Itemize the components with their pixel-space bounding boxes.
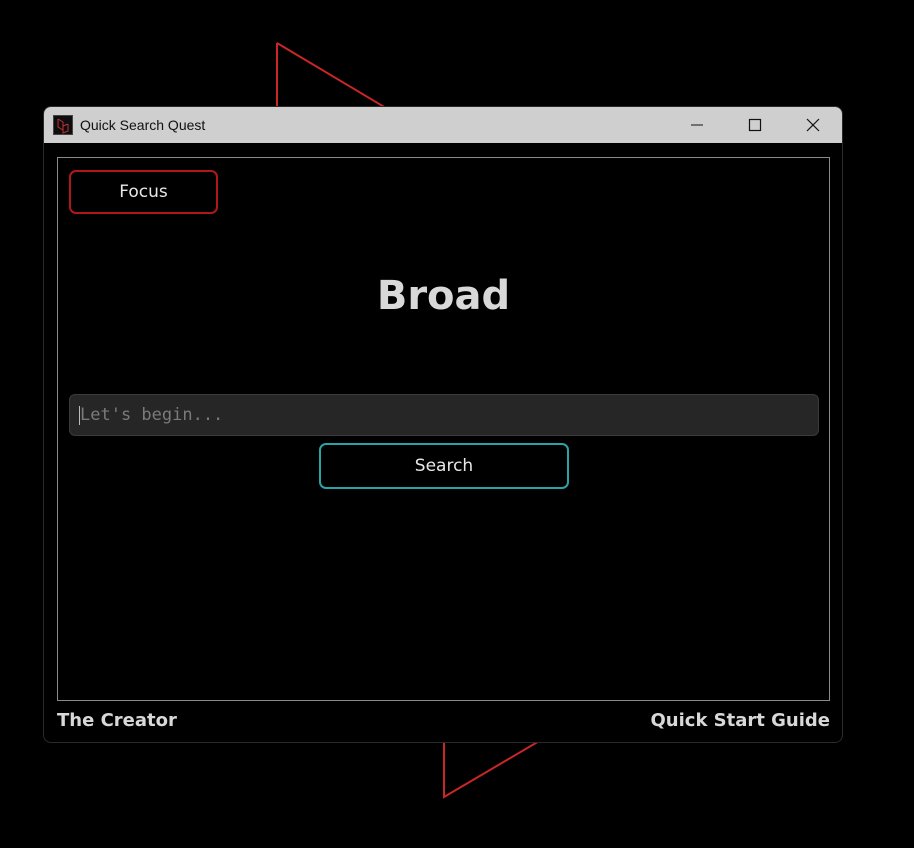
desktop: Quick Search Quest Focus Broad Let's beg… <box>0 0 914 848</box>
title-bar[interactable]: Quick Search Quest <box>44 107 842 143</box>
quick-start-guide-link[interactable]: Quick Start Guide <box>650 710 830 731</box>
mode-title: Broad <box>376 273 511 319</box>
app-icon <box>53 115 73 135</box>
app-window: Quick Search Quest Focus Broad Let's beg… <box>43 106 843 743</box>
focus-button[interactable]: Focus <box>69 170 218 214</box>
creator-link[interactable]: The Creator <box>57 710 177 731</box>
minimize-button[interactable] <box>668 107 726 143</box>
maximize-icon <box>748 118 762 132</box>
close-icon <box>806 118 820 132</box>
minimize-icon <box>691 124 703 126</box>
maximize-button[interactable] <box>726 107 784 143</box>
window-title: Quick Search Quest <box>80 117 206 133</box>
close-button[interactable] <box>784 107 842 143</box>
search-button[interactable]: Search <box>319 443 569 489</box>
search-input[interactable] <box>69 394 819 436</box>
window-content: Focus Broad Search The Creator Quick Sta… <box>44 143 842 742</box>
text-caret <box>79 406 80 425</box>
